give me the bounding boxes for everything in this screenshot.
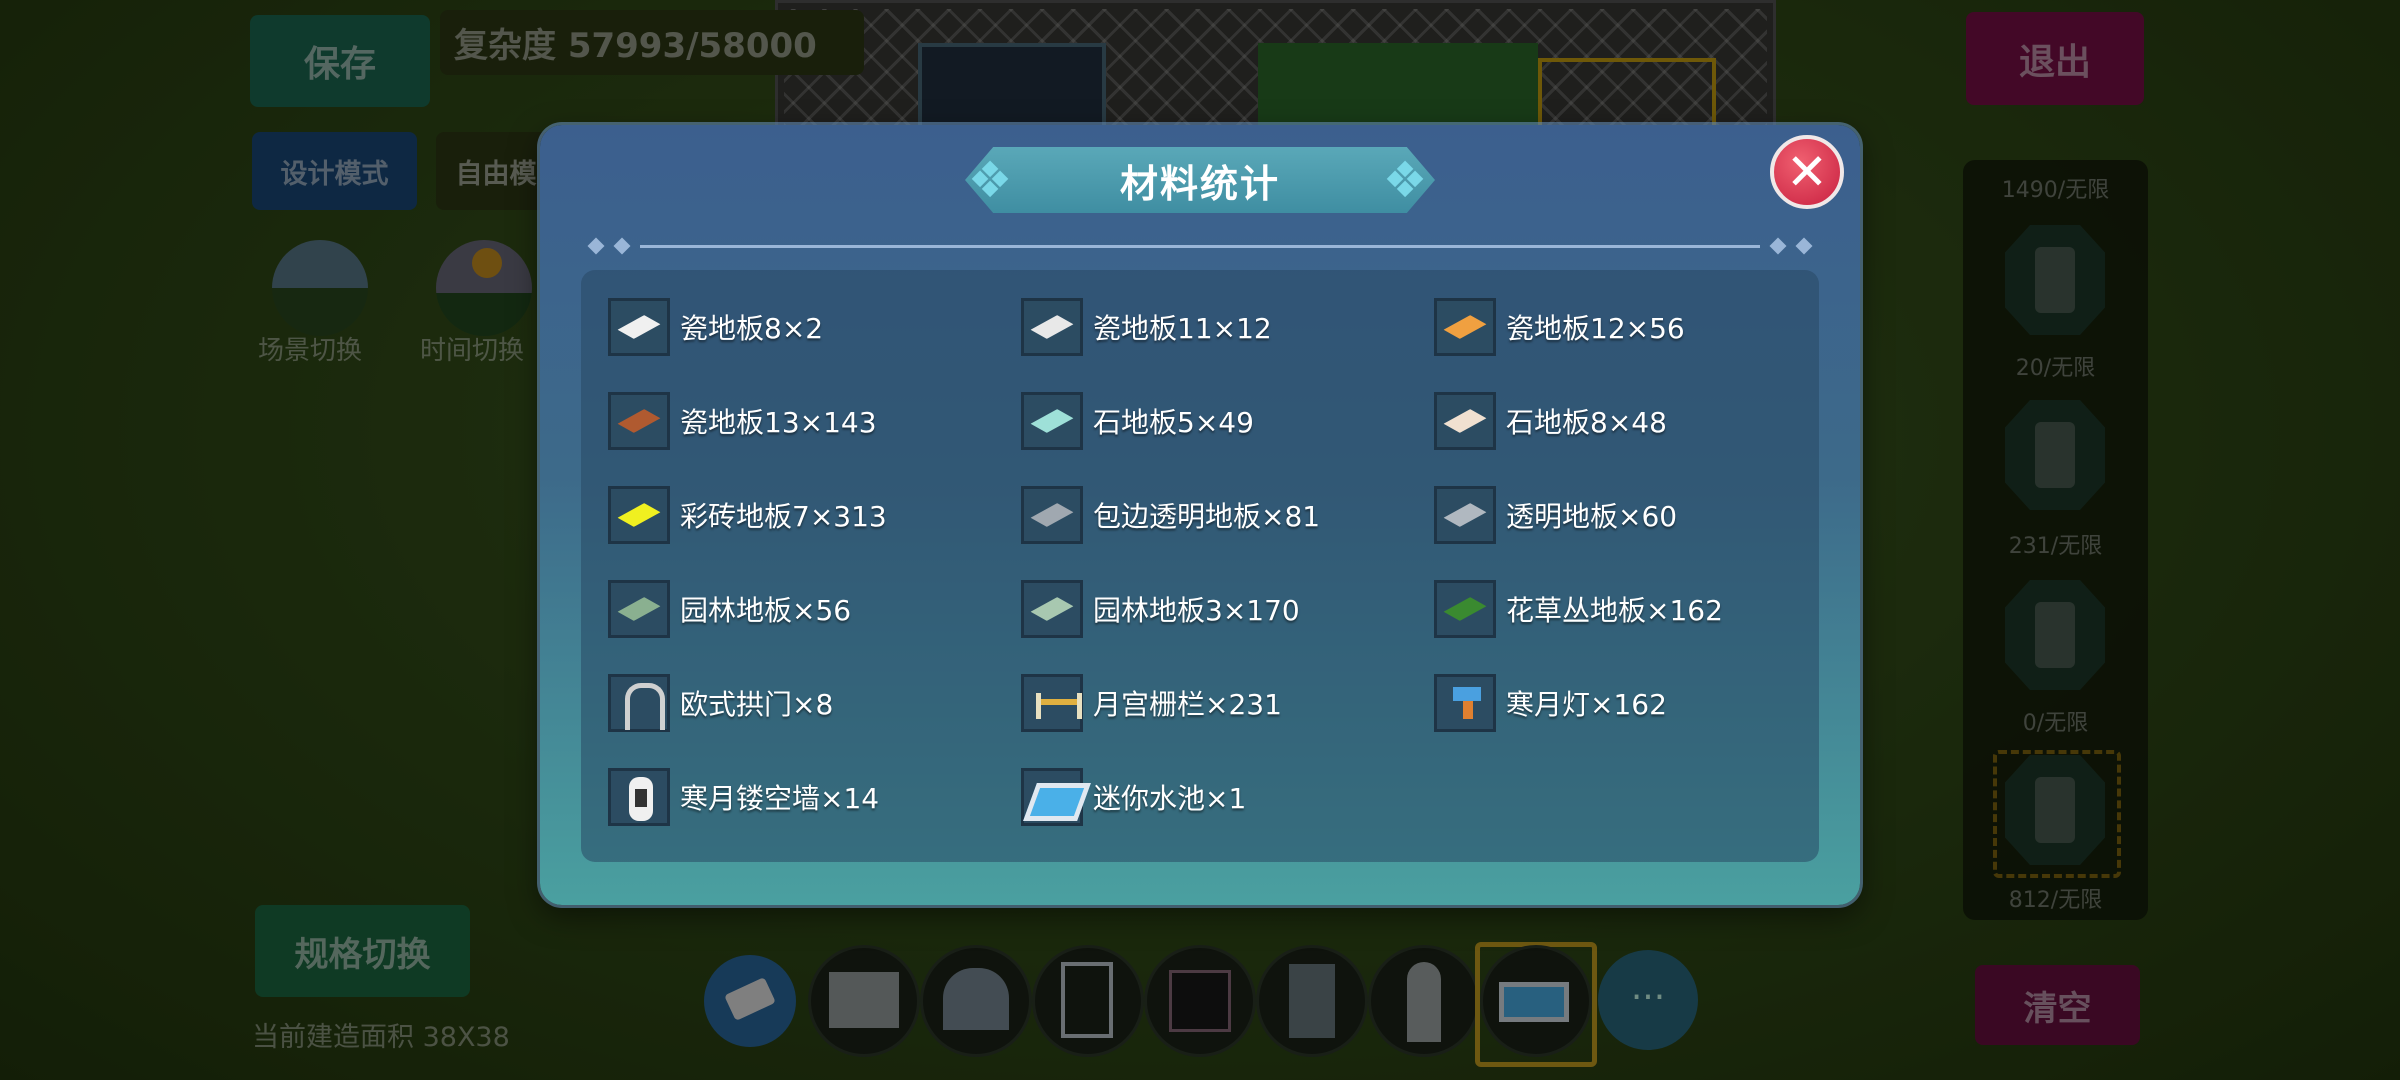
flower-grass-icon — [1434, 580, 1496, 638]
material-label: 月宫栅栏×231 — [1093, 688, 1282, 721]
material-label: 石地板5×49 — [1093, 406, 1254, 439]
material-item: 园林地板×56 — [608, 574, 851, 644]
material-item: 花草丛地板×162 — [1434, 574, 1723, 644]
yellow-tile-icon — [608, 486, 670, 544]
pool-icon — [1021, 768, 1091, 826]
material-item: 迷你水池×1 — [1021, 762, 1246, 832]
lamp-icon — [1434, 674, 1496, 732]
material-label: 园林地板×56 — [680, 594, 852, 627]
material-label: 瓷地板12×56 — [1506, 312, 1685, 345]
garden-floor-icon — [608, 580, 670, 638]
material-item: 瓷地板13×143 — [608, 386, 877, 456]
white-tile-icon — [1021, 298, 1083, 356]
material-item: 月宫栅栏×231 — [1021, 668, 1282, 738]
material-label: 寒月灯×162 — [1506, 688, 1667, 721]
material-stats-dialog: ❖ ❖ 材料统计 ✕ 瓷地板8×2 瓷地板11×12 瓷地板12×56 瓷地板1… — [540, 125, 1860, 905]
material-item: 彩砖地板7×313 — [608, 480, 887, 550]
brick-tile-icon — [608, 392, 670, 450]
dialog-title: 材料统计 — [1119, 161, 1280, 206]
white-tile-icon — [608, 298, 670, 356]
material-label: 欧式拱门×8 — [680, 688, 834, 721]
material-label: 园林地板3×170 — [1093, 594, 1300, 627]
material-item: 包边透明地板×81 — [1021, 480, 1320, 550]
material-label: 瓷地板13×143 — [680, 406, 877, 439]
garden-floor-icon — [1021, 580, 1083, 638]
material-label: 透明地板×60 — [1506, 500, 1678, 533]
materials-list: 瓷地板8×2 瓷地板11×12 瓷地板12×56 瓷地板13×143 石地板5×… — [581, 270, 1819, 862]
fence-icon — [1021, 674, 1083, 732]
material-item: 瓷地板11×12 — [1021, 292, 1272, 362]
orange-tile-icon — [1434, 298, 1496, 356]
arch-door-icon — [608, 674, 670, 732]
material-label: 彩砖地板7×313 — [680, 500, 887, 533]
material-label: 瓷地板8×2 — [680, 312, 824, 345]
material-label: 瓷地板11×12 — [1093, 312, 1272, 345]
material-item: 透明地板×60 — [1434, 480, 1677, 550]
title-divider — [587, 237, 1813, 255]
material-item: 欧式拱门×8 — [608, 668, 833, 738]
glass-floor-icon — [1021, 486, 1083, 544]
material-label: 包边透明地板×81 — [1093, 500, 1321, 533]
teal-stone-icon — [1021, 392, 1083, 450]
glass-floor-icon — [1434, 486, 1496, 544]
beige-stone-icon — [1434, 392, 1496, 450]
close-icon[interactable]: ✕ — [1770, 135, 1844, 209]
material-item: 瓷地板12×56 — [1434, 292, 1685, 362]
material-label: 迷你水池×1 — [1093, 782, 1247, 815]
hollow-wall-icon — [608, 768, 670, 826]
material-item: 石地板5×49 — [1021, 386, 1254, 456]
material-item: 石地板8×48 — [1434, 386, 1667, 456]
material-label: 石地板8×48 — [1506, 406, 1667, 439]
material-item: 寒月镂空墙×14 — [608, 762, 879, 832]
material-item: 园林地板3×170 — [1021, 574, 1300, 644]
material-label: 寒月镂空墙×14 — [680, 782, 880, 815]
material-item: 寒月灯×162 — [1434, 668, 1667, 738]
material-label: 花草丛地板×162 — [1506, 594, 1723, 627]
material-item: 瓷地板8×2 — [608, 292, 823, 362]
